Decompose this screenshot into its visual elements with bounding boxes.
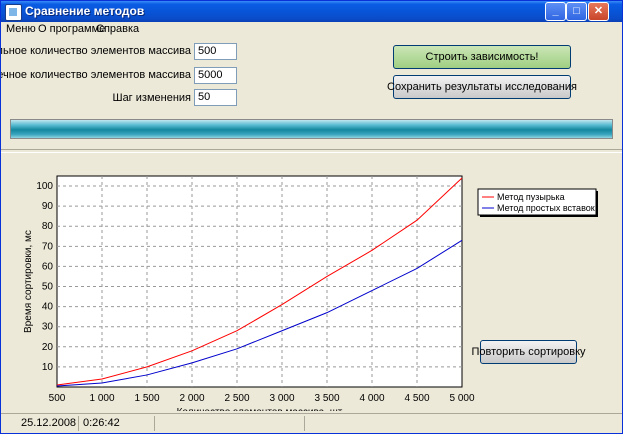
x-tick-label: 5 000 <box>449 393 474 404</box>
save-results-button[interactable]: Сохранить результаты исследования <box>387 75 577 99</box>
x-tick-label: 1 500 <box>134 393 159 404</box>
y-tick-label: 20 <box>42 342 54 353</box>
menu-item-help[interactable]: Справка <box>96 23 139 35</box>
y-tick-label: 70 <box>42 241 54 252</box>
menu-item-menu[interactable]: Меню <box>6 23 36 35</box>
progress-fill <box>11 120 612 138</box>
y-tick-label: 10 <box>42 362 54 373</box>
status-empty-cell <box>155 416 305 431</box>
divider <box>1 149 622 153</box>
main-window: Сравнение методов _ □ ✕ Меню О программе… <box>0 0 623 434</box>
x-axis-label: Количество элементов массива, шт <box>177 407 343 411</box>
minimize-icon: _ <box>552 5 559 17</box>
plot-area <box>56 175 463 388</box>
app-icon <box>5 4 22 21</box>
title-bar[interactable]: Сравнение методов _ □ ✕ <box>1 1 622 22</box>
y-tick-label: 100 <box>36 181 53 192</box>
legend-entry: Метод пузырька <box>497 192 565 202</box>
x-tick-label: 3 500 <box>314 393 339 404</box>
x-tick-label: 2 500 <box>224 393 249 404</box>
close-icon: ✕ <box>593 5 604 17</box>
step-field[interactable]: 50 <box>194 89 237 106</box>
start-count-field[interactable]: 500 <box>194 43 237 60</box>
x-tick-label: 2 000 <box>179 393 204 404</box>
x-tick-label: 1 000 <box>89 393 114 404</box>
progress-bar <box>10 119 613 139</box>
window-title: Сравнение методов <box>25 4 145 18</box>
y-tick-label: 50 <box>42 282 54 293</box>
start-count-label: Начальное количество элементов массива <box>1 45 191 57</box>
end-count-label: Конечное количество элементов массива <box>1 69 191 81</box>
status-date: 25.12.2008 <box>17 416 79 431</box>
x-tick-label: 3 000 <box>269 393 294 404</box>
minimize-button[interactable]: _ <box>545 2 566 21</box>
y-tick-label: 60 <box>42 261 54 272</box>
maximize-icon: □ <box>573 5 580 17</box>
status-time: 0:26:42 <box>79 416 155 431</box>
x-tick-label: 4 500 <box>404 393 429 404</box>
build-dependency-button[interactable]: Строить зависимость! <box>393 45 571 69</box>
legend-entry: Метод простых вставок <box>497 203 595 213</box>
x-tick-label: 500 <box>49 393 66 404</box>
y-tick-label: 90 <box>42 201 54 212</box>
step-label: Шаг изменения <box>112 92 191 104</box>
repeat-sort-button[interactable]: Повторить сортировку <box>471 340 586 364</box>
status-bar: 25.12.2008 0:26:42 <box>1 413 622 433</box>
sorting-time-chart: 500 1 000 1 500 2 000 2 500 3 000 3 500 4 000 4 … <box>23 175 598 411</box>
y-tick-label: 40 <box>42 302 54 313</box>
close-button[interactable]: ✕ <box>588 2 609 21</box>
x-tick-label: 4 000 <box>359 393 384 404</box>
end-count-field[interactable]: 5000 <box>194 67 237 84</box>
y-tick-label: 80 <box>42 221 54 232</box>
y-axis-label: Время сортировки, мс <box>23 230 34 333</box>
menu-bar: Меню О программе Справка <box>1 22 622 38</box>
y-tick-label: 30 <box>42 322 54 333</box>
maximize-button[interactable]: □ <box>566 2 587 21</box>
